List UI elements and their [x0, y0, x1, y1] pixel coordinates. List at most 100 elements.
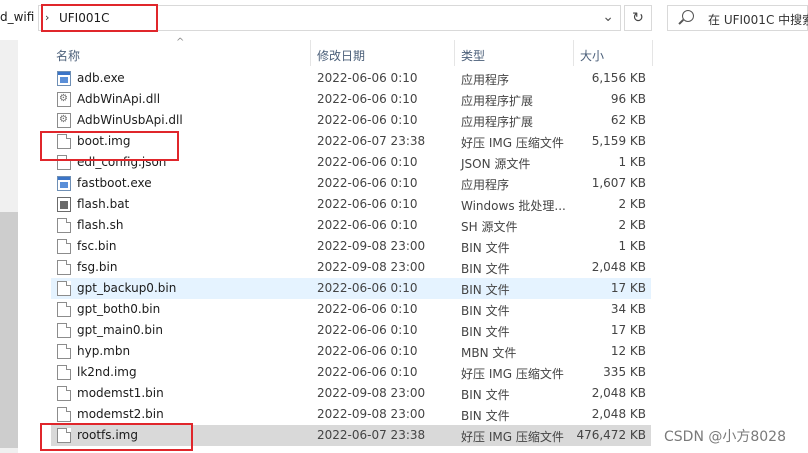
file-row[interactable]: gpt_both0.bin 2022-06-06 0:10 BIN 文件 34 …: [51, 299, 651, 320]
file-row[interactable]: AdbWinUsbApi.dll 2022-06-06 0:10 应用程序扩展 …: [51, 110, 651, 131]
file-type: BIN 文件: [461, 241, 510, 255]
file-type: 好压 IMG 压缩文件: [461, 367, 564, 381]
file-row[interactable]: fsg.bin 2022-09-08 23:00 BIN 文件 2,048 KB: [51, 257, 651, 278]
file-name: fastboot.exe: [77, 176, 152, 190]
file-type: 应用程序扩展: [461, 115, 534, 129]
file-size: 1 KB: [618, 155, 646, 169]
file-row[interactable]: adb.exe 2022-06-06 0:10 应用程序 6,156 KB: [51, 68, 651, 89]
file-row[interactable]: fsc.bin 2022-09-08 23:00 BIN 文件 1 KB: [51, 236, 651, 257]
file-size: 2 KB: [618, 197, 646, 211]
column-name[interactable]: 名称: [56, 47, 80, 64]
file-icon: [57, 386, 71, 401]
file-size: 5,159 KB: [591, 134, 646, 148]
file-date: 2022-06-06 0:10: [317, 218, 418, 232]
file-type: BIN 文件: [461, 262, 510, 276]
file-name: adb.exe: [77, 71, 125, 85]
column-divider[interactable]: [454, 40, 455, 66]
file-row[interactable]: fastboot.exe 2022-06-06 0:10 应用程序 1,607 …: [51, 173, 651, 194]
column-date[interactable]: 修改日期: [317, 47, 365, 64]
file-size: 96 KB: [610, 92, 646, 106]
file-date: 2022-06-07 23:38: [317, 134, 426, 148]
file-size: 12 KB: [610, 344, 646, 358]
file-size: 62 KB: [610, 113, 646, 127]
search-placeholder: 在 UFI001C 中搜索: [708, 13, 808, 27]
column-type[interactable]: 类型: [461, 47, 485, 64]
column-divider[interactable]: [310, 40, 311, 66]
file-row[interactable]: lk2nd.img 2022-06-06 0:10 好压 IMG 压缩文件 33…: [51, 362, 651, 383]
file-name: AdbWinUsbApi.dll: [77, 113, 183, 127]
file-icon: [57, 407, 71, 422]
file-date: 2022-06-06 0:10: [317, 92, 418, 106]
file-icon: [57, 218, 71, 233]
annotation-box-rootfs-img: [40, 423, 193, 451]
file-row-selected[interactable]: gpt_backup0.bin 2022-06-06 0:10 BIN 文件 1…: [51, 278, 651, 299]
file-type: 好压 IMG 压缩文件: [461, 430, 564, 444]
file-name: fsc.bin: [77, 239, 117, 253]
file-date: 2022-09-08 23:00: [317, 407, 426, 421]
file-date: 2022-06-06 0:10: [317, 113, 418, 127]
file-icon: [57, 260, 71, 275]
chevron-down-icon[interactable]: ⌄: [602, 9, 614, 25]
file-name: gpt_backup0.bin: [77, 281, 177, 295]
file-type: JSON 源文件: [461, 157, 531, 171]
file-icon: [57, 302, 71, 317]
file-date: 2022-06-06 0:10: [317, 323, 418, 337]
file-name: gpt_main0.bin: [77, 323, 163, 337]
scrollbar-thumb[interactable]: [0, 212, 18, 448]
left-breadcrumb[interactable]: d_wifi: [0, 10, 34, 24]
column-divider[interactable]: [652, 40, 653, 66]
file-icon: [57, 239, 71, 254]
column-size[interactable]: 大小: [580, 47, 604, 64]
file-icon: [57, 323, 71, 338]
file-size: 2,048 KB: [591, 407, 646, 421]
file-size: 476,472 KB: [576, 428, 646, 442]
exe-icon: [57, 71, 71, 86]
file-date: 2022-06-06 0:10: [317, 197, 418, 211]
refresh-button[interactable]: ↻: [624, 5, 652, 31]
file-icon: [57, 365, 71, 380]
file-row[interactable]: hyp.mbn 2022-06-06 0:10 MBN 文件 12 KB: [51, 341, 651, 362]
refresh-icon: ↻: [632, 10, 644, 26]
annotation-box-address: [41, 4, 158, 32]
file-date: 2022-09-08 23:00: [317, 386, 426, 400]
file-row[interactable]: gpt_main0.bin 2022-06-06 0:10 BIN 文件 17 …: [51, 320, 651, 341]
file-size: 1,607 KB: [591, 176, 646, 190]
file-date: 2022-06-06 0:10: [317, 365, 418, 379]
navigation-pane-scrollbar[interactable]: [0, 40, 18, 453]
file-type: BIN 文件: [461, 325, 510, 339]
file-type: SH 源文件: [461, 220, 518, 234]
file-name: gpt_both0.bin: [77, 302, 161, 316]
file-row[interactable]: AdbWinApi.dll 2022-06-06 0:10 应用程序扩展 96 …: [51, 89, 651, 110]
file-list-scrollbar[interactable]: [656, 40, 668, 453]
file-icon: [57, 344, 71, 359]
file-date: 2022-06-06 0:10: [317, 71, 418, 85]
file-type: BIN 文件: [461, 388, 510, 402]
file-row[interactable]: flash.sh 2022-06-06 0:10 SH 源文件 2 KB: [51, 215, 651, 236]
annotation-box-boot-img: [40, 131, 179, 161]
file-date: 2022-09-08 23:00: [317, 260, 426, 274]
file-size: 17 KB: [610, 323, 646, 337]
file-name: hyp.mbn: [77, 344, 131, 358]
batch-icon: [57, 197, 71, 212]
file-date: 2022-06-06 0:10: [317, 344, 418, 358]
file-row[interactable]: modemst2.bin 2022-09-08 23:00 BIN 文件 2,0…: [51, 404, 651, 425]
file-date: 2022-06-06 0:10: [317, 302, 418, 316]
search-icon: [682, 10, 694, 22]
file-row[interactable]: modemst1.bin 2022-09-08 23:00 BIN 文件 2,0…: [51, 383, 651, 404]
column-header: ^ 名称 修改日期 类型 大小: [40, 37, 656, 68]
file-date: 2022-06-06 0:10: [317, 155, 418, 169]
file-name: flash.sh: [77, 218, 124, 232]
file-row[interactable]: flash.bat 2022-06-06 0:10 Windows 批处理...…: [51, 194, 651, 215]
file-size: 1 KB: [618, 239, 646, 253]
file-date: 2022-06-06 0:10: [317, 176, 418, 190]
file-name: flash.bat: [77, 197, 130, 211]
sort-ascending-icon: ^: [176, 37, 185, 48]
file-name: lk2nd.img: [77, 365, 137, 379]
file-size: 2,048 KB: [591, 260, 646, 274]
column-divider[interactable]: [573, 40, 574, 66]
search-box[interactable]: 在 UFI001C 中搜索: [667, 5, 808, 31]
file-type: 应用程序: [461, 178, 510, 192]
file-type: 应用程序: [461, 73, 510, 87]
dll-icon: [57, 113, 71, 128]
file-type: 好压 IMG 压缩文件: [461, 136, 564, 150]
